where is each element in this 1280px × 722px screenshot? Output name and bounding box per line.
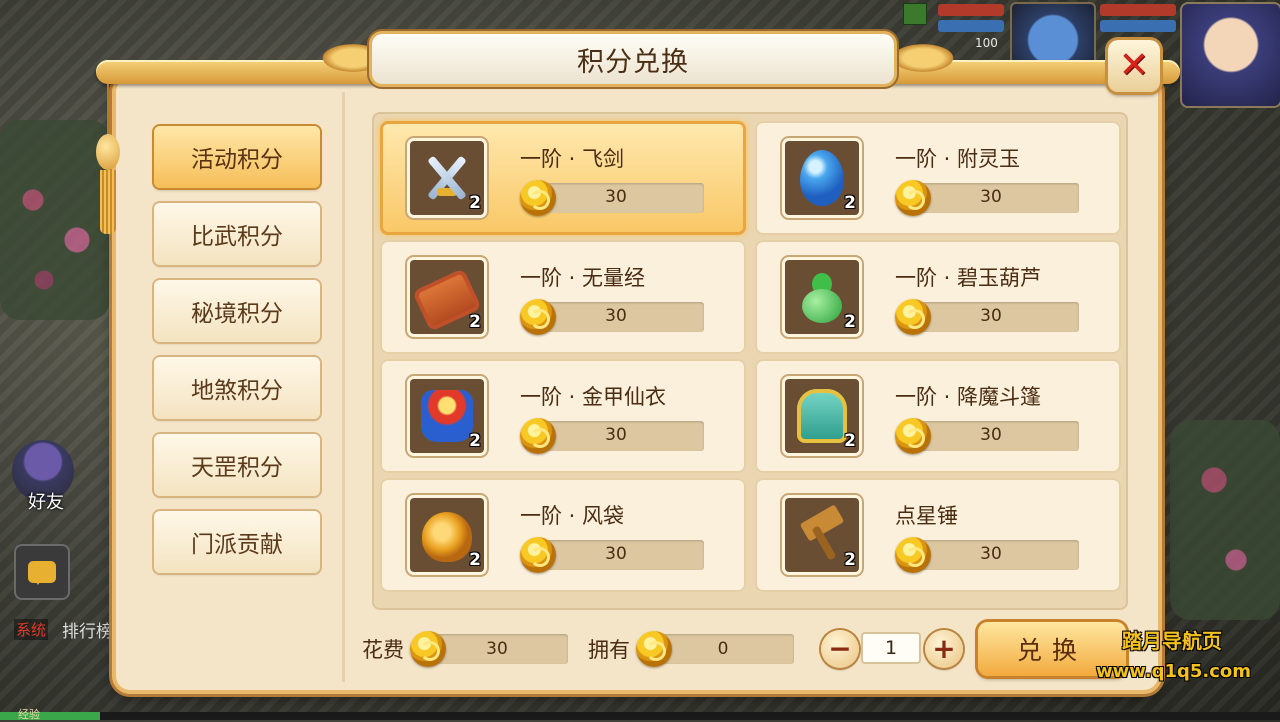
flower-bush-left <box>0 120 110 320</box>
coin-icon <box>636 631 672 667</box>
item-count: 2 <box>469 193 481 213</box>
owned-bar: 0 <box>652 634 794 664</box>
item-icon-frame[interactable]: 2 <box>410 498 484 572</box>
item-icon-frame[interactable]: 2 <box>410 260 484 334</box>
flower-bush-right <box>1170 420 1280 620</box>
jade-icon <box>800 150 844 206</box>
item-count: 2 <box>844 431 856 451</box>
watermark-url: www.q1q5.com <box>1096 661 1252 682</box>
cloak-icon <box>797 389 847 443</box>
plus-icon: + <box>932 632 956 665</box>
cost-value: 30 <box>486 639 508 659</box>
close-icon: ✕ <box>1118 45 1150 86</box>
item-count: 2 <box>844 312 856 332</box>
decrease-quantity-button[interactable]: − <box>821 630 859 668</box>
system-message-text: 排行榜 <box>62 622 113 642</box>
item-card[interactable]: 2 一阶 · 附灵玉 30 <box>755 121 1121 235</box>
item-icon-frame[interactable]: 2 <box>785 379 859 453</box>
item-icon-frame[interactable]: 2 <box>785 141 859 215</box>
exp-bar-fill <box>0 712 100 720</box>
chat-button[interactable] <box>14 544 70 600</box>
coin-icon <box>520 180 556 216</box>
tab-1[interactable]: 活动积分 <box>154 126 320 188</box>
player-avatar[interactable] <box>1180 2 1280 108</box>
tab-4[interactable]: 地煞积分 <box>154 357 320 419</box>
pet-mp-bar <box>938 20 1004 32</box>
friends-label[interactable]: 好友 <box>28 488 64 514</box>
coin-icon <box>895 537 931 573</box>
item-name: 点星锤 <box>895 504 958 528</box>
quantity-input[interactable]: 1 <box>861 632 921 664</box>
item-card[interactable]: 2 一阶 · 风袋 30 <box>380 478 746 592</box>
item-name: 一阶 · 风袋 <box>520 504 625 528</box>
owned-value: 0 <box>717 639 729 659</box>
item-icon-frame[interactable]: 2 <box>410 379 484 453</box>
item-card[interactable]: 2 一阶 · 碧玉葫芦 30 <box>755 240 1121 354</box>
player-mp-bar <box>1100 20 1176 32</box>
hammer-icon <box>794 504 850 563</box>
tab-6[interactable]: 门派贡献 <box>154 511 320 573</box>
item-count: 2 <box>469 550 481 570</box>
item-icon-frame[interactable]: 2 <box>785 260 859 334</box>
tab-5[interactable]: 天罡积分 <box>154 434 320 496</box>
column-divider <box>342 92 345 682</box>
tab-3[interactable]: 秘境积分 <box>154 280 320 342</box>
tab-2[interactable]: 比武积分 <box>154 203 320 265</box>
item-count: 2 <box>844 550 856 570</box>
coin-icon <box>520 299 556 335</box>
scroll-icon <box>412 268 482 332</box>
system-channel-tag: 系统 <box>14 619 49 640</box>
item-count: 2 <box>469 312 481 332</box>
minus-icon: − <box>828 632 852 665</box>
owned-label: 拥有 <box>588 638 630 662</box>
item-card[interactable]: 2 一阶 · 金甲仙衣 30 <box>380 359 746 473</box>
exp-bar <box>0 712 1280 720</box>
item-card[interactable]: 2 一阶 · 无量经 30 <box>380 240 746 354</box>
panel-title: 积分兑换 <box>577 47 689 78</box>
coin-icon <box>895 418 931 454</box>
item-name: 一阶 · 金甲仙衣 <box>520 385 667 409</box>
item-card[interactable]: 2 一阶 · 飞剑 30 <box>380 121 746 235</box>
coin-icon <box>895 180 931 216</box>
coin-icon <box>520 418 556 454</box>
item-name: 一阶 · 碧玉葫芦 <box>895 266 1042 290</box>
coin-icon <box>520 537 556 573</box>
pet-level: 100 <box>975 36 998 50</box>
bag-icon <box>422 508 472 562</box>
item-icon-frame[interactable]: 2 <box>410 141 484 215</box>
coin-icon <box>410 631 446 667</box>
armor-icon <box>421 390 473 442</box>
increase-quantity-button[interactable]: + <box>925 630 963 668</box>
item-icon-frame[interactable]: 2 <box>785 498 859 572</box>
cost-bar: 30 <box>426 634 568 664</box>
item-count: 2 <box>469 431 481 451</box>
gourd-icon <box>794 269 850 325</box>
chat-bubble-icon <box>28 561 56 585</box>
cost-label: 花费 <box>362 638 404 662</box>
close-button[interactable]: ✕ <box>1108 40 1160 92</box>
watermark-title: 踏月导航页 <box>1122 629 1222 653</box>
item-name: 一阶 · 附灵玉 <box>895 147 1021 171</box>
tassel-ornament <box>96 84 120 234</box>
item-count: 2 <box>844 193 856 213</box>
pet-hp-bar <box>938 4 1004 16</box>
coin-icon <box>895 299 931 335</box>
sword-icon <box>419 150 475 206</box>
item-card[interactable]: 2 一阶 · 降魔斗篷 30 <box>755 359 1121 473</box>
title-ornament-right <box>888 42 958 74</box>
item-name: 一阶 · 降魔斗篷 <box>895 385 1042 409</box>
buff-icon[interactable] <box>903 3 927 25</box>
item-name: 一阶 · 飞剑 <box>520 147 625 171</box>
item-card[interactable]: 2 点星锤 30 <box>755 478 1121 592</box>
item-name: 一阶 · 无量经 <box>520 266 646 290</box>
player-hp-bar <box>1100 4 1176 16</box>
